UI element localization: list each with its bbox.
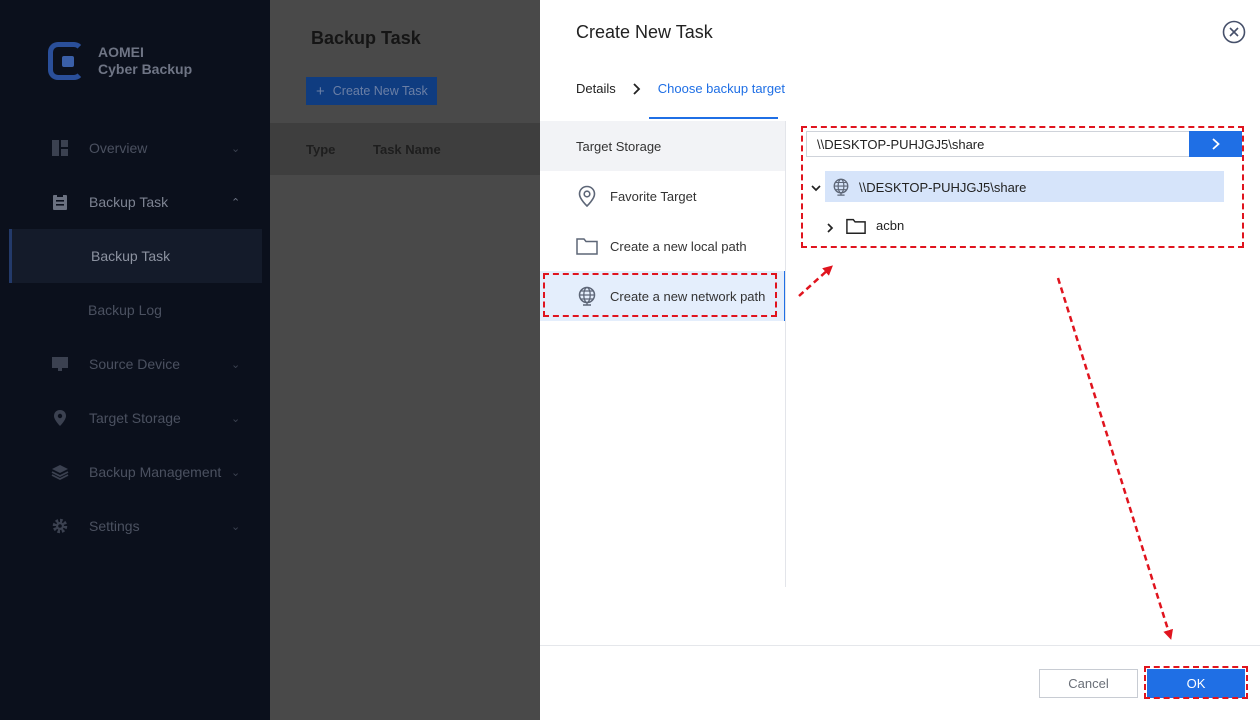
sidebar-item-label: Overview (89, 140, 148, 156)
network-path-input[interactable] (806, 131, 1190, 157)
chevron-right-icon (630, 82, 644, 96)
cancel-button[interactable]: Cancel (1039, 669, 1138, 698)
option-label: Favorite Target (610, 188, 697, 204)
sidebar-item-label: Backup Task (89, 194, 169, 210)
chevron-down-icon: ⌄ (231, 520, 241, 533)
chevron-down-icon: ⌄ (231, 466, 241, 479)
folder-icon (576, 235, 598, 257)
location-pin-icon (576, 185, 598, 207)
sidebar-item-label: Target Storage (89, 410, 181, 426)
chevron-down-icon: ⌄ (231, 412, 241, 425)
create-new-task-button[interactable]: + Create New Task (306, 77, 437, 105)
product-name: Cyber Backup (98, 61, 193, 77)
layers-icon (51, 463, 69, 481)
chevron-down-icon: ⌄ (231, 358, 241, 371)
gear-icon (51, 517, 69, 535)
tree-node-label: \\DESKTOP-PUHJGJ5\share (859, 180, 1027, 195)
sidebar-nav: Overview ⌄ Backup Task ⌃ Backup Task Bac… (0, 121, 270, 553)
brand-logo: AOMEI Cyber Backup (48, 42, 192, 80)
chevron-down-icon: ⌄ (231, 142, 241, 155)
column-header-task-name: Task Name (373, 142, 441, 157)
column-header-type: Type (306, 142, 336, 157)
sidebar-item-settings[interactable]: Settings ⌄ (0, 499, 270, 553)
sidebar-item-backup-task[interactable]: Backup Task ⌃ (0, 175, 270, 229)
ok-button[interactable]: OK (1147, 669, 1245, 698)
clipboard-icon (51, 193, 69, 211)
sidebar-item-target-storage[interactable]: Target Storage ⌄ (0, 391, 270, 445)
sidebar: AOMEI Cyber Backup Overview ⌄ Backup Tas… (0, 0, 270, 720)
sidebar-item-label: Source Device (89, 356, 181, 372)
chevron-down-icon[interactable] (810, 181, 822, 193)
plus-icon: + (316, 82, 325, 100)
option-new-network-path[interactable]: Create a new network path (540, 271, 786, 321)
task-table-header: Type Task Name (270, 123, 540, 175)
go-path-button[interactable] (1189, 131, 1242, 157)
close-icon[interactable] (1222, 20, 1246, 44)
monitor-icon (51, 355, 69, 373)
chevron-right-icon (1211, 138, 1220, 150)
sidebar-item-label: Settings (89, 518, 140, 534)
target-storage-header: Target Storage (540, 121, 785, 171)
aomei-logo-icon (48, 42, 84, 80)
step-choose-backup-target[interactable]: Choose backup target (658, 81, 785, 96)
sidebar-item-backup-management[interactable]: Backup Management ⌄ (0, 445, 270, 499)
chevron-up-icon: ⌃ (231, 196, 241, 209)
target-storage-panel: Target Storage Favorite Target Create a … (540, 121, 786, 321)
sidebar-subitem-backup-task[interactable]: Backup Task (9, 229, 262, 283)
location-pin-icon (51, 409, 69, 427)
active-step-indicator (649, 117, 778, 119)
create-task-dialog: Create New Task Details Choose backup ta… (540, 0, 1260, 720)
step-details[interactable]: Details (576, 81, 616, 96)
chevron-right-icon[interactable] (824, 221, 836, 233)
tree-node-acbn[interactable]: acbn (876, 218, 904, 233)
overview-icon (51, 139, 69, 157)
sidebar-subitem-backup-log[interactable]: Backup Log (0, 283, 270, 337)
globe-icon (576, 285, 598, 307)
sidebar-item-label: Backup Management (89, 464, 222, 480)
globe-icon (832, 178, 850, 196)
folder-icon (846, 217, 866, 235)
option-label: Create a new network path (610, 288, 766, 304)
footer-divider (540, 645, 1260, 646)
dialog-title: Create New Task (576, 22, 713, 42)
sidebar-item-overview[interactable]: Overview ⌄ (0, 121, 270, 175)
step-breadcrumb: Details Choose backup target (576, 81, 785, 96)
create-new-task-label: Create New Task (332, 84, 428, 98)
brand-name: AOMEI (98, 44, 144, 60)
panel-divider (785, 121, 786, 587)
page-title: Backup Task (311, 28, 421, 48)
sidebar-item-source-device[interactable]: Source Device ⌄ (0, 337, 270, 391)
option-label: Create a new local path (610, 238, 747, 254)
main-content: Backup Task + Create New Task Type Task … (270, 0, 540, 720)
option-new-local-path[interactable]: Create a new local path (540, 221, 785, 271)
option-favorite-target[interactable]: Favorite Target (540, 171, 785, 221)
